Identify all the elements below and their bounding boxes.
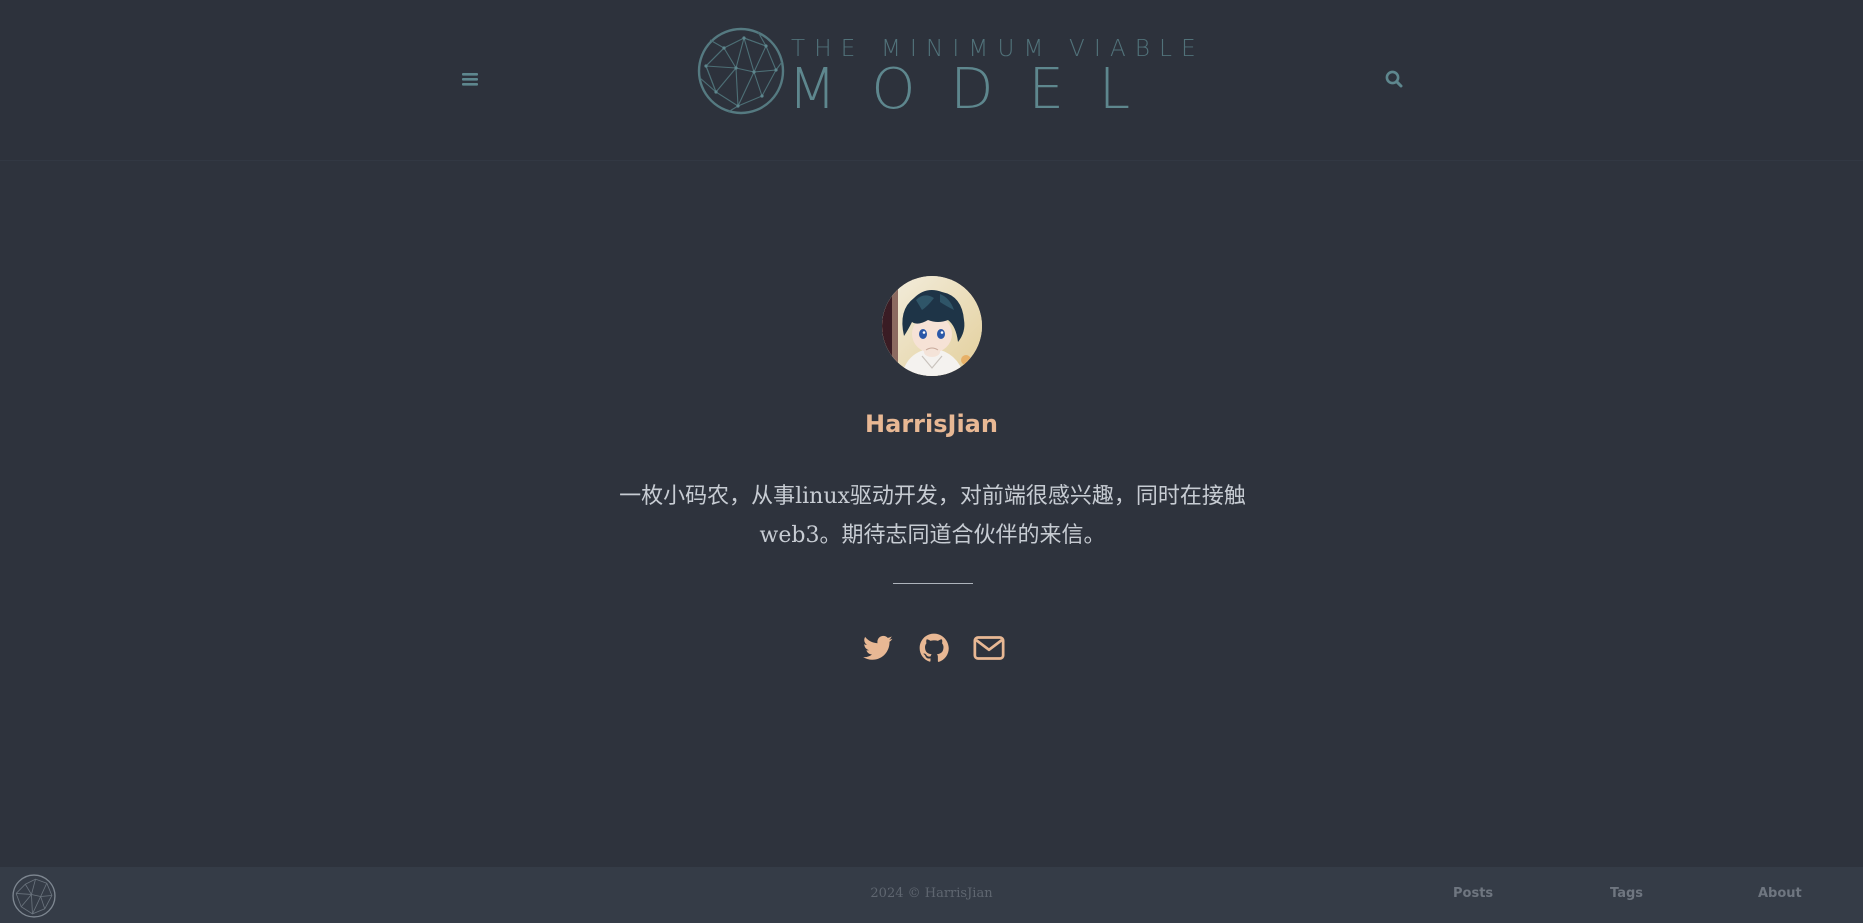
bio-line: 一枚小码农，从事linux驱动开发，对前端很感兴趣，同时在接触 [619, 484, 1246, 509]
site-header: THE MINIMUM VIABLE MODEL [0, 0, 1863, 161]
github-icon [919, 633, 949, 662]
author-name: HarrisJian [865, 410, 998, 438]
bio-line: web3。期待志同道合伙伴的来信。 [759, 523, 1106, 548]
footer-link-tags[interactable]: Tags [1610, 886, 1643, 901]
author-bio: 一枚小码农，从事linux驱动开发，对前端很感兴趣，同时在接触 web3。期待志… [600, 477, 1265, 555]
footer-link-posts[interactable]: Posts [1453, 886, 1493, 901]
footer-link-about[interactable]: About [1758, 886, 1802, 901]
site-footer: 2024 © HarrisJian Posts Tags About [0, 867, 1863, 923]
copyright-text: 2024 © HarrisJian [870, 886, 993, 901]
search-icon [1385, 70, 1403, 88]
menu-button[interactable] [458, 66, 482, 92]
avatar-image [882, 276, 982, 376]
search-button[interactable] [1383, 68, 1405, 90]
globe-logo-icon [12, 874, 56, 918]
globe-logo-icon [697, 27, 785, 115]
logo-title: MODEL [788, 57, 1166, 122]
twitter-icon [863, 635, 893, 660]
social-links [860, 630, 1010, 666]
bars-icon [462, 73, 478, 86]
twitter-link[interactable] [860, 630, 896, 666]
envelope-icon [973, 636, 1005, 660]
email-link[interactable] [971, 630, 1007, 666]
site-logo[interactable]: THE MINIMUM VIABLE MODEL [694, 24, 1196, 120]
divider [893, 583, 973, 584]
github-link[interactable] [916, 630, 952, 666]
footer-logo[interactable] [11, 873, 57, 923]
avatar [882, 276, 982, 376]
